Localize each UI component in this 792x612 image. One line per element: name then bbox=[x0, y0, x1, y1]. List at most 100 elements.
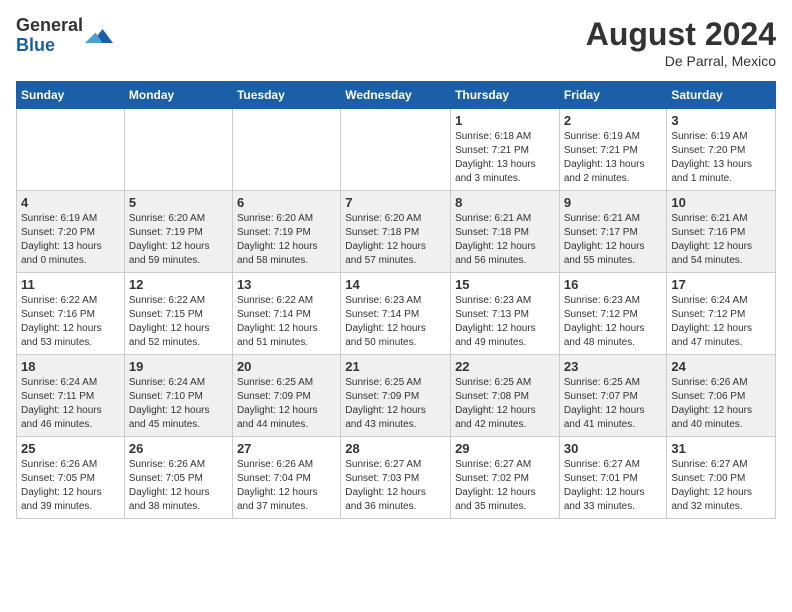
month-year-title: August 2024 bbox=[586, 16, 776, 53]
day-number: 16 bbox=[564, 277, 663, 292]
calendar-table: SundayMondayTuesdayWednesdayThursdayFrid… bbox=[16, 81, 776, 519]
calendar-day-cell: 23Sunrise: 6:25 AM Sunset: 7:07 PM Dayli… bbox=[559, 355, 667, 437]
calendar-day-cell: 18 Sunrise: 6:24 AM Sunset: 7:11 PM Dayli… bbox=[17, 355, 125, 437]
day-number: 8 bbox=[455, 195, 555, 210]
calendar-day-cell: 29 Sunrise: 6:27 AM Sunset: 7:02 PM Dayli… bbox=[451, 437, 560, 519]
weekday-header-tuesday: Tuesday bbox=[232, 82, 340, 109]
day-info: Sunrise: 6:24 AM Sunset: 7:12 PM Dayligh… bbox=[671, 294, 771, 350]
day-number: 27 bbox=[237, 441, 336, 456]
calendar-day-cell: 31 Sunrise: 6:27 AM Sunset: 7:00 PM Dayli… bbox=[667, 437, 776, 519]
day-number: 1 bbox=[455, 113, 555, 128]
day-info: Sunrise: 6:18 AM Sunset: 7:21 PM Dayligh… bbox=[455, 130, 555, 186]
calendar-week-row: 1 Sunrise: 6:18 AM Sunset: 7:21 PM Daylig… bbox=[17, 109, 776, 191]
page-header: General Blue August 2024 De Parral, Mexi… bbox=[16, 16, 776, 69]
day-number: 2 bbox=[564, 113, 663, 128]
day-number: 5 bbox=[129, 195, 228, 210]
calendar-day-cell: 17 Sunrise: 6:24 AM Sunset: 7:12 PM Dayli… bbox=[667, 273, 776, 355]
day-info: Sunrise: 6:25 AM Sunset: 7:09 PM Dayligh… bbox=[237, 376, 336, 432]
calendar-day-cell: 9 Sunrise: 6:21 AM Sunset: 7:17 PM Daylig… bbox=[559, 191, 667, 273]
day-number: 15 bbox=[455, 277, 555, 292]
day-number: 6 bbox=[237, 195, 336, 210]
day-number: 14 bbox=[345, 277, 446, 292]
day-number: 17 bbox=[671, 277, 771, 292]
day-number: 3 bbox=[671, 113, 771, 128]
day-number: 19 bbox=[129, 359, 228, 374]
calendar-day-cell: 19 Sunrise: 6:24 AM Sunset: 7:10 PM Dayli… bbox=[124, 355, 232, 437]
weekday-header-wednesday: Wednesday bbox=[341, 82, 451, 109]
weekday-header-friday: Friday bbox=[559, 82, 667, 109]
calendar-day-cell: 22 Sunrise: 6:25 AM Sunset: 7:08 PM Dayli… bbox=[451, 355, 560, 437]
day-info: Sunrise: 6:27 AM Sunset: 7:02 PM Dayligh… bbox=[455, 458, 555, 514]
day-info: Sunrise: 6:25 AM Sunset: 7:08 PM Dayligh… bbox=[455, 376, 555, 432]
title-block: August 2024 De Parral, Mexico bbox=[586, 16, 776, 69]
day-number: 31 bbox=[671, 441, 771, 456]
calendar-week-row: 18 Sunrise: 6:24 AM Sunset: 7:11 PM Dayli… bbox=[17, 355, 776, 437]
logo-blue-text: Blue bbox=[16, 35, 55, 55]
logo: General Blue bbox=[16, 16, 113, 56]
weekday-header-sunday: Sunday bbox=[17, 82, 125, 109]
calendar-day-cell: 12Sunrise: 6:22 AM Sunset: 7:15 PM Dayli… bbox=[124, 273, 232, 355]
location-subtitle: De Parral, Mexico bbox=[586, 53, 776, 69]
day-info: Sunrise: 6:20 AM Sunset: 7:19 PM Dayligh… bbox=[237, 212, 336, 268]
day-info: Sunrise: 6:22 AM Sunset: 7:16 PM Dayligh… bbox=[21, 294, 120, 350]
day-number: 11 bbox=[21, 277, 120, 292]
day-info: Sunrise: 6:21 AM Sunset: 7:16 PM Dayligh… bbox=[671, 212, 771, 268]
day-number: 4 bbox=[21, 195, 120, 210]
calendar-day-cell: 26Sunrise: 6:26 AM Sunset: 7:05 PM Dayli… bbox=[124, 437, 232, 519]
logo-general-text: General bbox=[16, 15, 83, 35]
day-number: 9 bbox=[564, 195, 663, 210]
day-info: Sunrise: 6:22 AM Sunset: 7:15 PM Dayligh… bbox=[129, 294, 228, 350]
day-info: Sunrise: 6:27 AM Sunset: 7:00 PM Dayligh… bbox=[671, 458, 771, 514]
day-info: Sunrise: 6:26 AM Sunset: 7:06 PM Dayligh… bbox=[671, 376, 771, 432]
day-number: 30 bbox=[564, 441, 663, 456]
weekday-header-thursday: Thursday bbox=[451, 82, 560, 109]
day-info: Sunrise: 6:25 AM Sunset: 7:09 PM Dayligh… bbox=[345, 376, 446, 432]
day-info: Sunrise: 6:21 AM Sunset: 7:18 PM Dayligh… bbox=[455, 212, 555, 268]
calendar-day-cell: 2 Sunrise: 6:19 AM Sunset: 7:21 PM Daylig… bbox=[559, 109, 667, 191]
calendar-day-cell: 28Sunrise: 6:27 AM Sunset: 7:03 PM Dayli… bbox=[341, 437, 451, 519]
calendar-day-cell: 1 Sunrise: 6:18 AM Sunset: 7:21 PM Daylig… bbox=[451, 109, 560, 191]
calendar-day-cell: 4Sunrise: 6:19 AM Sunset: 7:20 PM Daylig… bbox=[17, 191, 125, 273]
calendar-day-cell: 5 Sunrise: 6:20 AM Sunset: 7:19 PM Daylig… bbox=[124, 191, 232, 273]
day-number: 20 bbox=[237, 359, 336, 374]
day-number: 22 bbox=[455, 359, 555, 374]
day-info: Sunrise: 6:19 AM Sunset: 7:20 PM Dayligh… bbox=[671, 130, 771, 186]
calendar-day-cell: 10Sunrise: 6:21 AM Sunset: 7:16 PM Dayli… bbox=[667, 191, 776, 273]
day-number: 7 bbox=[345, 195, 446, 210]
weekday-header-row: SundayMondayTuesdayWednesdayThursdayFrid… bbox=[17, 82, 776, 109]
day-info: Sunrise: 6:24 AM Sunset: 7:10 PM Dayligh… bbox=[129, 376, 228, 432]
calendar-day-cell: 15 Sunrise: 6:23 AM Sunset: 7:13 PM Dayli… bbox=[451, 273, 560, 355]
calendar-day-cell: 27 Sunrise: 6:26 AM Sunset: 7:04 PM Dayli… bbox=[232, 437, 340, 519]
calendar-day-cell: 14 Sunrise: 6:23 AM Sunset: 7:14 PM Dayli… bbox=[341, 273, 451, 355]
day-number: 21 bbox=[345, 359, 446, 374]
day-info: Sunrise: 6:26 AM Sunset: 7:05 PM Dayligh… bbox=[21, 458, 120, 514]
day-info: Sunrise: 6:23 AM Sunset: 7:13 PM Dayligh… bbox=[455, 294, 555, 350]
day-number: 25 bbox=[21, 441, 120, 456]
calendar-day-cell: 25 Sunrise: 6:26 AM Sunset: 7:05 PM Dayli… bbox=[17, 437, 125, 519]
calendar-day-cell bbox=[17, 109, 125, 191]
logo-icon bbox=[85, 22, 113, 50]
day-info: Sunrise: 6:19 AM Sunset: 7:21 PM Dayligh… bbox=[564, 130, 663, 186]
day-info: Sunrise: 6:27 AM Sunset: 7:01 PM Dayligh… bbox=[564, 458, 663, 514]
calendar-day-cell: 21 Sunrise: 6:25 AM Sunset: 7:09 PM Dayli… bbox=[341, 355, 451, 437]
day-info: Sunrise: 6:20 AM Sunset: 7:18 PM Dayligh… bbox=[345, 212, 446, 268]
calendar-day-cell: 16Sunrise: 6:23 AM Sunset: 7:12 PM Dayli… bbox=[559, 273, 667, 355]
day-info: Sunrise: 6:22 AM Sunset: 7:14 PM Dayligh… bbox=[237, 294, 336, 350]
calendar-day-cell: 7 Sunrise: 6:20 AM Sunset: 7:18 PM Daylig… bbox=[341, 191, 451, 273]
day-info: Sunrise: 6:24 AM Sunset: 7:11 PM Dayligh… bbox=[21, 376, 120, 432]
day-number: 18 bbox=[21, 359, 120, 374]
day-info: Sunrise: 6:26 AM Sunset: 7:05 PM Dayligh… bbox=[129, 458, 228, 514]
calendar-day-cell: 6 Sunrise: 6:20 AM Sunset: 7:19 PM Daylig… bbox=[232, 191, 340, 273]
calendar-day-cell: 8 Sunrise: 6:21 AM Sunset: 7:18 PM Daylig… bbox=[451, 191, 560, 273]
day-info: Sunrise: 6:26 AM Sunset: 7:04 PM Dayligh… bbox=[237, 458, 336, 514]
day-number: 29 bbox=[455, 441, 555, 456]
calendar-day-cell: 30 Sunrise: 6:27 AM Sunset: 7:01 PM Dayli… bbox=[559, 437, 667, 519]
day-number: 13 bbox=[237, 277, 336, 292]
calendar-day-cell bbox=[124, 109, 232, 191]
day-info: Sunrise: 6:21 AM Sunset: 7:17 PM Dayligh… bbox=[564, 212, 663, 268]
day-number: 24 bbox=[671, 359, 771, 374]
weekday-header-monday: Monday bbox=[124, 82, 232, 109]
calendar-day-cell: 11 Sunrise: 6:22 AM Sunset: 7:16 PM Dayli… bbox=[17, 273, 125, 355]
day-info: Sunrise: 6:23 AM Sunset: 7:14 PM Dayligh… bbox=[345, 294, 446, 350]
day-info: Sunrise: 6:20 AM Sunset: 7:19 PM Dayligh… bbox=[129, 212, 228, 268]
